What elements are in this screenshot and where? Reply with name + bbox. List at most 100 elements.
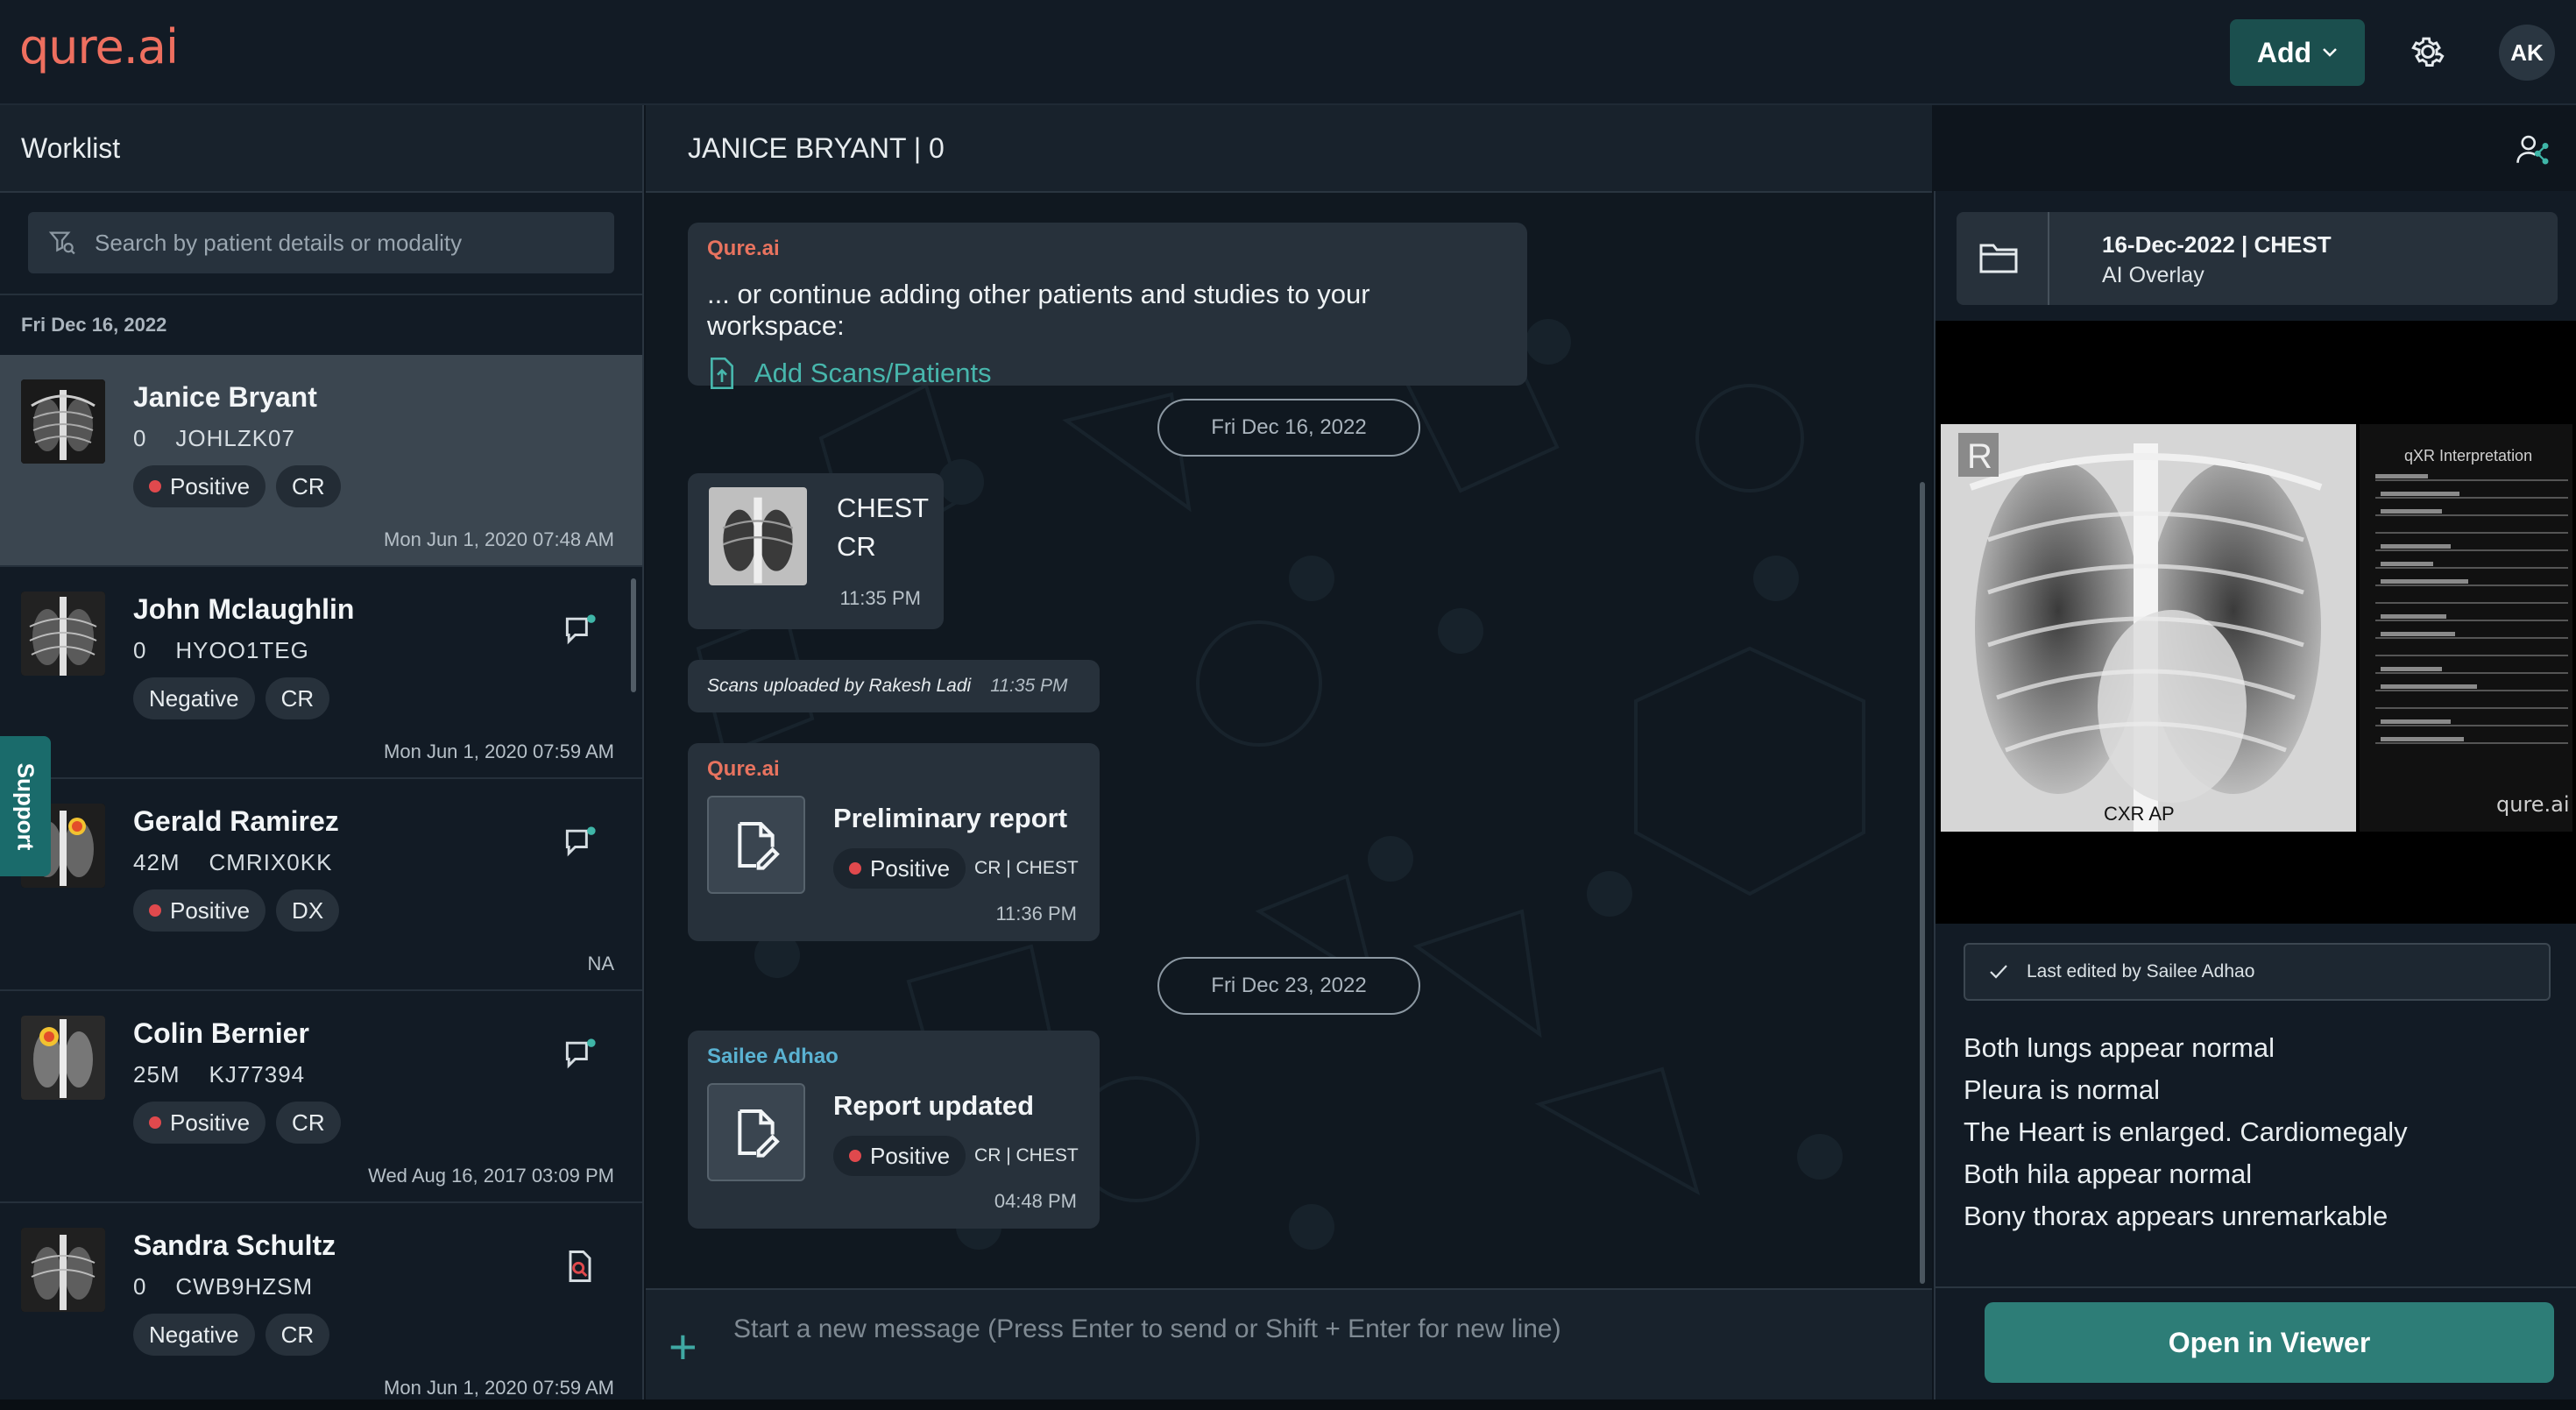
message-composer[interactable]: + Start a new message (Press Enter to se… (646, 1288, 1932, 1402)
patient-age: 25M (133, 1061, 180, 1088)
support-tab[interactable]: Support (0, 736, 51, 876)
patient-id: CMRIX0KK (209, 849, 333, 875)
patient-details: 0 JOHLZK07 (133, 425, 295, 452)
qure-logo[interactable]: qure.ai (19, 19, 179, 74)
message-sender: Qure.ai (707, 237, 780, 260)
date-separator: Fri Dec 16, 2022 (1157, 399, 1420, 457)
patient-id: KJ77394 (209, 1061, 306, 1088)
patient-row-janice-bryant[interactable]: Janice Bryant 0 JOHLZK07 Positive CR Mon… (0, 355, 642, 567)
report-card-updated[interactable]: Sailee Adhao Report updated Positive CR … (688, 1031, 1100, 1229)
message-input-placeholder[interactable]: Start a new message (Press Enter to send… (733, 1314, 1561, 1344)
worklist-scrollbar[interactable] (631, 578, 636, 692)
patient-age: 0 (133, 425, 147, 451)
last-edited-text: Last edited by Sailee Adhao (2027, 961, 2255, 981)
patient-timestamp: Mon Jun 1, 2020 07:59 AM (384, 740, 614, 762)
scan-card[interactable]: CHEST CR 11:35 PM (688, 473, 944, 629)
patient-tags: Positive DX (133, 889, 340, 932)
xray-thumbnail-heatmap (21, 1016, 105, 1100)
search-input[interactable]: Search by patient details or modality (28, 212, 614, 273)
xray-thumbnail (21, 592, 105, 676)
status-badge: Positive (833, 848, 966, 889)
chat-header: JANICE BRYANT | 0 (646, 105, 1932, 193)
report-card-preliminary[interactable]: Qure.ai Preliminary report Positive CR |… (688, 743, 1100, 941)
study-title: 16-Dec-2022 | CHEST (2102, 231, 2332, 258)
report-study-label: CR | CHEST (974, 858, 1079, 878)
modality-badge: CR (265, 1314, 330, 1356)
study-subtitle: AI Overlay (2102, 263, 2204, 287)
chat-unread-icon[interactable] (561, 1035, 599, 1073)
qxr-interpretation-title: qXR Interpretation (2404, 447, 2532, 464)
patient-name: Janice Bryant (133, 381, 317, 413)
chat-unread-icon[interactable] (561, 611, 599, 649)
gear-icon[interactable] (2409, 32, 2447, 71)
add-scans-link-label: Add Scans/Patients (754, 358, 992, 388)
patient-row-john-mclaughlin[interactable]: John Mclaughlin 0 HYOO1TEG Negative CR M… (0, 567, 642, 779)
status-badge: Positive (833, 1136, 966, 1176)
status-label: Positive (870, 1142, 951, 1169)
chat-scrollbar[interactable] (1920, 482, 1925, 1284)
patient-id: HYOO1TEG (175, 637, 309, 663)
report-finding: Pleura is normal (1964, 1074, 2160, 1105)
date-separator: Fri Dec 23, 2022 (1157, 957, 1420, 1015)
patient-age: 0 (133, 1273, 147, 1300)
patient-details: 42M CMRIX0KK (133, 849, 332, 876)
positive-dot-icon (149, 1116, 161, 1129)
support-label: Support (12, 762, 39, 850)
panel-divider (1936, 1286, 2576, 1288)
patient-age: 0 (133, 637, 147, 663)
check-icon (1990, 965, 2007, 979)
patient-name: John Mclaughlin (133, 593, 355, 625)
add-button[interactable]: Add (2230, 19, 2365, 86)
share-patient-icon[interactable] (2515, 131, 2551, 167)
attach-plus-icon[interactable]: + (669, 1318, 697, 1375)
xray-preview[interactable]: R CXR AP qXR Interpretation qure.ai (1936, 321, 2576, 924)
study-card[interactable]: 16-Dec-2022 | CHEST AI Overlay (1957, 212, 2558, 305)
positive-dot-icon (849, 862, 861, 875)
scan-time: 11:35 PM (839, 587, 921, 609)
patient-details: 0 HYOO1TEG (133, 637, 309, 664)
filter-search-icon (48, 231, 75, 255)
patient-row-colin-bernier[interactable]: Colin Bernier 25M KJ77394 Positive CR We… (0, 991, 642, 1203)
chat-panel: JANICE BRYANT | 0 Qure.ai ... or continu… (646, 105, 1932, 1402)
report-finding: Bony thorax appears unremarkable (1964, 1201, 2388, 1231)
search-container: Search by patient details or modality (0, 193, 642, 295)
message-bubble-intro: Qure.ai ... or continue adding other pat… (688, 223, 1527, 389)
patient-name: Colin Bernier (133, 1017, 309, 1049)
patient-name: Gerald Ramirez (133, 805, 339, 837)
modality-badge: CR (265, 677, 330, 719)
patient-row-gerald-ramirez[interactable]: Gerald Ramirez 42M CMRIX0KK Positive DX … (0, 779, 642, 991)
status-label: Positive (170, 1109, 251, 1136)
add-button-label: Add (2256, 36, 2312, 68)
report-meta: Positive CR | CHEST (833, 848, 1079, 889)
add-scans-link[interactable]: Add Scans/Patients (707, 356, 1508, 391)
patient-timestamp: Mon Jun 1, 2020 07:48 AM (384, 528, 614, 550)
document-edit-icon (738, 822, 780, 870)
chat-unread-icon[interactable] (561, 823, 599, 861)
patient-tags: Positive CR (133, 465, 341, 507)
patient-row-sandra-schultz[interactable]: Sandra Schultz 0 CWB9HZSM Negative CR Mo… (0, 1203, 642, 1402)
open-in-viewer-button[interactable]: Open in Viewer (1985, 1302, 2554, 1383)
report-title: Preliminary report (833, 803, 1068, 833)
report-title: Report updated (833, 1090, 1035, 1121)
scan-body-part: CHEST (837, 492, 930, 523)
last-edited-badge: Last edited by Sailee Adhao (1964, 943, 2551, 1001)
upload-note-text: Scans uploaded by Rakesh Ladi (707, 676, 972, 696)
file-search-icon[interactable] (561, 1247, 599, 1286)
status-badge: Positive (133, 1102, 266, 1144)
patient-id: JOHLZK07 (175, 425, 295, 451)
status-badge: Positive (133, 465, 266, 507)
user-avatar[interactable]: AK (2499, 25, 2555, 81)
patient-header-title: JANICE BRYANT | 0 (688, 131, 945, 164)
patient-timestamp: NA (587, 953, 614, 974)
report-time: 04:48 PM (994, 1190, 1077, 1212)
modality-badge: CR (276, 465, 341, 507)
folder-icon (1979, 244, 2018, 273)
search-placeholder: Search by patient details or modality (95, 229, 463, 256)
study-panel: 16-Dec-2022 | CHEST AI Overlay R CXR AP … (1934, 191, 2576, 1402)
worklist-title: Worklist (0, 105, 642, 193)
status-label: Positive (170, 472, 251, 500)
patient-age: 42M (133, 849, 180, 875)
date-group-header: Fri Dec 16, 2022 (21, 314, 167, 336)
message-text: ... or continue adding other patients an… (707, 279, 1370, 341)
patient-name: Sandra Schultz (133, 1229, 336, 1261)
